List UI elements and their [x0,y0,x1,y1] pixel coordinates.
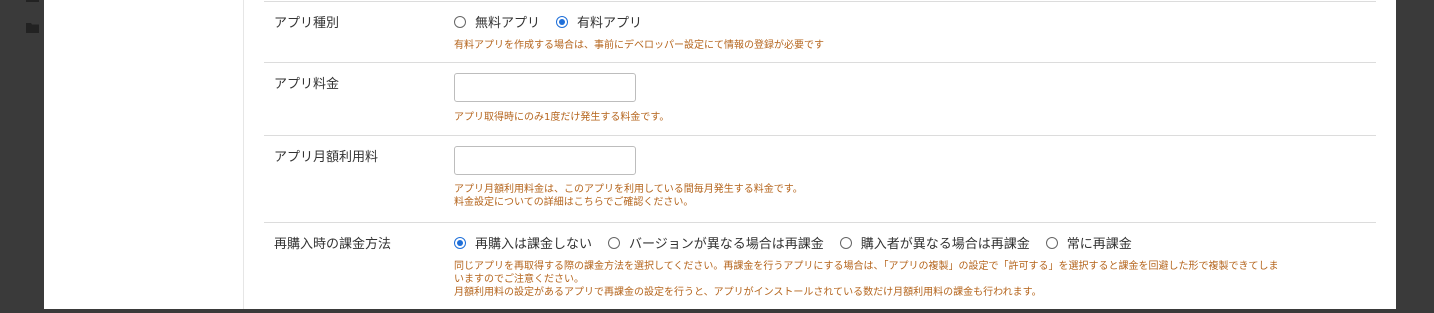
paid-app-label[interactable]: 有料アプリ [577,12,642,31]
monthly-fee-field-wrap [454,146,636,175]
repurchase-label: 再購入時の課金方法 [274,237,392,252]
settings-form: アプリ種別 無料アプリ 有料アプリ 有料アプリを作成する場合は、事前にデベロッパ… [244,0,1396,309]
free-app-option[interactable]: 無料アプリ [454,12,540,31]
rebill-buyer-option[interactable]: 購入者が異なる場合は再課金 [839,233,1030,252]
repurchase-radio-group: 再購入は課金しない バージョンが異なる場合は再課金 購入者が異なる場合は再課金 … [454,233,1148,252]
monthly-fee-row: アプリ月額利用料 アプリ月額利用料金は、このアプリを利用している間毎月発生する料… [264,135,1376,223]
rebill-version-option[interactable]: バージョンが異なる場合は再課金 [608,233,824,252]
rebill-version-label[interactable]: バージョンが異なる場合は再課金 [629,233,824,252]
monthly-fee-label: アプリ月額利用料 [274,150,379,165]
left-dark-panel [0,0,44,309]
repurchase-help: 同じアプリを再取得する際の課金方法を選択してください。再課金を行うアプリにする場… [454,260,1369,299]
repurchase-help-line-1: 同じアプリを再取得する際の課金方法を選択してください。再課金を行うアプリにする場… [454,261,1279,272]
right-dark-panel [1396,0,1434,309]
no-rebill-option[interactable]: 再購入は課金しない [454,233,592,252]
app-price-input[interactable] [454,73,636,102]
paid-app-option[interactable]: 有料アプリ [556,12,642,31]
always-rebill-option[interactable]: 常に再課金 [1045,233,1132,252]
monthly-fee-help-link-line[interactable]: 料金設定についての詳細はこちらでご確認ください。 [454,196,803,209]
always-rebill-label[interactable]: 常に再課金 [1067,233,1132,252]
rebill-buyer-radio[interactable] [839,236,852,249]
app-type-radio-group: 無料アプリ 有料アプリ [454,12,658,31]
free-app-label[interactable]: 無料アプリ [475,12,540,31]
repurchase-row: 再購入時の課金方法 再購入は課金しない バージョンが異なる場合は再課金 購入者が… [264,222,1376,313]
app-price-row: アプリ料金 アプリ取得時にのみ1度だけ発生する料金です。 [264,62,1376,136]
rebill-buyer-label[interactable]: 購入者が異なる場合は再課金 [861,233,1030,252]
folder-icon[interactable] [26,22,39,33]
app-type-row: アプリ種別 無料アプリ 有料アプリ 有料アプリを作成する場合は、事前にデベロッパ… [264,1,1376,63]
free-app-radio[interactable] [454,15,466,28]
app-price-label: アプリ料金 [274,77,340,92]
sidebar [44,0,244,309]
no-rebill-label[interactable]: 再購入は課金しない [475,233,592,252]
paid-app-radio[interactable] [556,15,569,28]
app-type-help: 有料アプリを作成する場合は、事前にデベロッパー設定にて情報の登録が必要です [454,40,824,51]
always-rebill-radio[interactable] [1045,236,1058,249]
monthly-fee-help: アプリ月額利用料金は、このアプリを利用している間毎月発生する料金です。 料金設定… [454,183,803,209]
repurchase-help-line-3: 月額利用料の設定があるアプリで再課金の設定を行うと、アプリがインストールされてい… [454,287,1042,298]
monthly-fee-input[interactable] [454,146,636,175]
rebill-version-radio[interactable] [608,236,621,249]
app-price-field-wrap [454,73,636,102]
app-type-label: アプリ種別 [274,16,340,31]
no-rebill-radio[interactable] [454,236,466,249]
folder-icon[interactable] [26,0,39,2]
app-price-help: アプリ取得時にのみ1度だけ発生する料金です。 [454,112,670,123]
repurchase-help-line-2: いますのでご注意ください。 [454,274,584,285]
monthly-fee-help-line-1: アプリ月額利用料金は、このアプリを利用している間毎月発生する料金です。 [454,184,803,195]
